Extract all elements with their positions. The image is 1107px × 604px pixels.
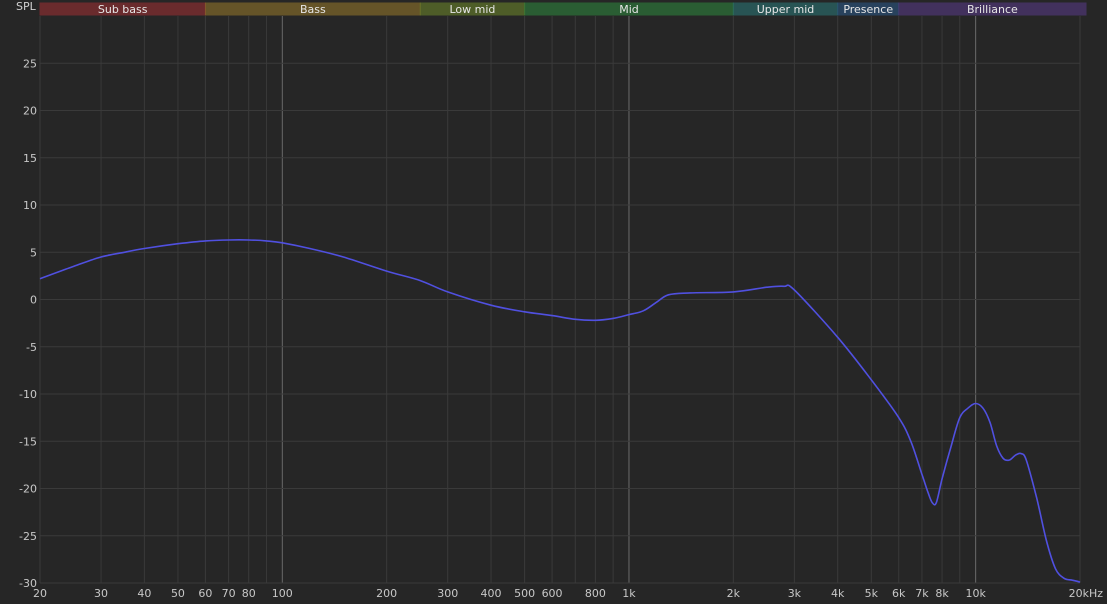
y-tick-label: 10 [23, 199, 37, 212]
x-tick-label: 400 [481, 587, 502, 600]
y-tick-label: 5 [30, 246, 37, 259]
x-tick-label: 10k [965, 587, 986, 600]
y-tick-label: -20 [19, 483, 37, 496]
y-tick-label: 20 [23, 105, 37, 118]
band-label: Low mid [449, 3, 495, 16]
band-label: Sub bass [98, 3, 148, 16]
x-tick-label: 40 [137, 587, 151, 600]
x-tick-label: 7k [915, 587, 929, 600]
band-label: Presence [843, 3, 893, 16]
x-tick-label: 100 [272, 587, 293, 600]
y-tick-label: -30 [19, 577, 37, 590]
y-tick-label: -25 [19, 530, 37, 543]
x-tick-label: 70 [222, 587, 236, 600]
y-axis-label: SPL [16, 0, 37, 13]
y-tick-label: -5 [26, 341, 37, 354]
x-tick-label: 300 [437, 587, 458, 600]
x-tick-label: 20kHz [1069, 587, 1104, 600]
x-tick-label: 500 [514, 587, 535, 600]
y-tick-label: 15 [23, 152, 37, 165]
band-label: Bass [300, 3, 326, 16]
x-tick-label: 30 [94, 587, 108, 600]
band-label: Brilliance [967, 3, 1018, 16]
frequency-response-chart: Sub bass Bass Low mid Mid Upper mid Presence B… [0, 0, 1107, 600]
x-tick-label: 60 [198, 587, 212, 600]
band-label: Upper mid [757, 3, 815, 16]
x-tick-label: 4k [831, 587, 845, 600]
x-tick-label: 8k [935, 587, 949, 600]
x-tick-label: 200 [376, 587, 397, 600]
band-label: Mid [619, 3, 639, 16]
x-tick-label: 2k [727, 587, 741, 600]
x-tick-label: 50 [171, 587, 185, 600]
x-tick-label: 5k [865, 587, 879, 600]
chart-svg: Sub bass Bass Low mid Mid Upper mid Presence B… [0, 0, 1107, 600]
frequency-bands: Sub bass Bass Low mid Mid Upper mid Presence B… [39, 2, 1087, 16]
x-tick-label: 1k [622, 587, 636, 600]
x-tick-label: 80 [242, 587, 256, 600]
x-tick-label: 600 [542, 587, 563, 600]
x-tick-label: 800 [585, 587, 606, 600]
x-tick-label: 6k [892, 587, 906, 600]
x-tick-label: 3k [788, 587, 802, 600]
y-tick-label: 0 [30, 294, 37, 307]
y-tick-label: -10 [19, 388, 37, 401]
y-tick-label: 25 [23, 57, 37, 70]
y-tick-label: -15 [19, 435, 37, 448]
